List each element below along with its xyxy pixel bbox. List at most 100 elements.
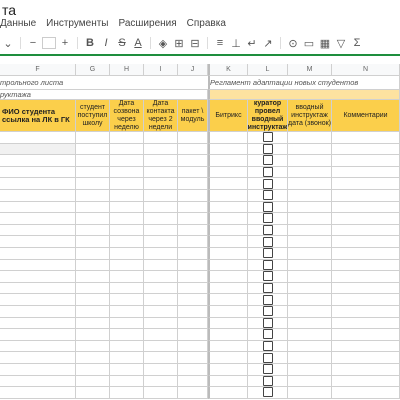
table-cell[interactable] <box>0 364 76 376</box>
table-cell[interactable] <box>208 236 248 248</box>
table-cell[interactable] <box>76 317 110 330</box>
column-header-G[interactable]: G <box>76 64 110 76</box>
table-cell[interactable] <box>178 166 208 179</box>
formula-bar[interactable] <box>0 56 400 64</box>
table-cell[interactable] <box>76 352 110 364</box>
section-title-right[interactable]: Регламент адаптации новых студентов <box>208 76 400 90</box>
align-icon[interactable]: ≡ <box>213 35 227 51</box>
table-cell[interactable] <box>0 317 76 330</box>
table-cell[interactable] <box>76 143 110 156</box>
table-cell[interactable] <box>178 306 208 318</box>
table-cell[interactable] <box>0 178 76 190</box>
table-cell[interactable] <box>144 294 178 306</box>
table-cell[interactable] <box>76 155 110 167</box>
header-bitrix[interactable]: Битрикс <box>208 100 248 132</box>
table-cell[interactable] <box>208 340 248 353</box>
table-cell[interactable] <box>0 352 76 364</box>
briefing-checkbox[interactable] <box>262 167 273 178</box>
column-header-F[interactable]: F <box>0 64 76 76</box>
table-cell[interactable] <box>288 248 332 260</box>
briefing-checkbox[interactable] <box>262 143 273 154</box>
menu-data[interactable]: Данные <box>0 16 36 32</box>
table-cell[interactable] <box>178 213 208 225</box>
table-cell[interactable] <box>144 329 178 341</box>
table-cell[interactable] <box>110 352 144 364</box>
table-cell[interactable] <box>332 306 400 318</box>
table-cell[interactable] <box>0 236 76 248</box>
table-cell[interactable] <box>332 166 400 179</box>
table-cell[interactable] <box>208 364 248 376</box>
briefing-checkbox[interactable] <box>262 201 273 212</box>
briefing-checkbox[interactable] <box>262 236 273 247</box>
column-header-I[interactable]: I <box>144 64 178 76</box>
table-cell[interactable] <box>288 132 332 144</box>
table-cell[interactable] <box>110 132 144 144</box>
table-cell[interactable] <box>288 364 332 376</box>
briefing-checkbox[interactable] <box>262 317 273 328</box>
table-cell[interactable] <box>76 166 110 179</box>
briefing-checkbox[interactable] <box>262 248 273 259</box>
table-cell[interactable] <box>248 259 288 272</box>
table-cell[interactable] <box>110 155 144 167</box>
table-cell[interactable] <box>332 178 400 190</box>
table-cell[interactable] <box>178 317 208 330</box>
table-cell[interactable] <box>208 329 248 341</box>
table-cell[interactable] <box>208 294 248 306</box>
table-cell[interactable] <box>288 178 332 190</box>
table-cell[interactable] <box>332 352 400 364</box>
briefing-checkbox[interactable] <box>262 329 273 340</box>
table-cell[interactable] <box>178 155 208 167</box>
table-cell[interactable] <box>248 143 288 156</box>
table-cell[interactable] <box>288 306 332 318</box>
table-cell[interactable] <box>332 329 400 341</box>
table-cell[interactable] <box>332 224 400 237</box>
briefing-checkbox[interactable] <box>262 225 273 236</box>
table-cell[interactable] <box>0 213 76 225</box>
table-cell[interactable] <box>208 132 248 144</box>
header-package-module[interactable]: пакет \ модуль <box>178 100 208 132</box>
table-cell[interactable] <box>288 317 332 330</box>
table-cell[interactable] <box>76 259 110 272</box>
table-cell[interactable] <box>76 178 110 190</box>
table-cell[interactable] <box>332 364 400 376</box>
briefing-checkbox[interactable] <box>262 387 273 398</box>
table-cell[interactable] <box>208 224 248 237</box>
table-cell[interactable] <box>76 375 110 388</box>
table-cell[interactable] <box>144 375 178 388</box>
table-cell[interactable] <box>178 329 208 341</box>
table-cell[interactable] <box>0 132 76 144</box>
briefing-checkbox[interactable] <box>262 283 273 294</box>
table-cell[interactable] <box>178 224 208 237</box>
table-cell[interactable] <box>208 178 248 190</box>
briefing-checkbox[interactable] <box>262 190 273 201</box>
header-student-enrolled[interactable]: студент поступил школу <box>76 100 110 132</box>
table-cell[interactable] <box>248 387 288 399</box>
table-cell[interactable] <box>144 143 178 156</box>
table-cell[interactable] <box>332 387 400 399</box>
header-contact-date-2-weeks[interactable]: Дата контакта через 2 недели <box>144 100 178 132</box>
table-cell[interactable] <box>332 213 400 225</box>
merge-icon[interactable]: ⊟ <box>188 35 202 51</box>
table-cell[interactable] <box>144 213 178 225</box>
table-cell[interactable] <box>0 387 76 399</box>
table-cell[interactable] <box>144 271 178 283</box>
table-cell[interactable] <box>248 306 288 318</box>
table-cell[interactable] <box>332 236 400 248</box>
table-cell[interactable] <box>288 340 332 353</box>
table-cell[interactable] <box>0 259 76 272</box>
table-cell[interactable] <box>76 340 110 353</box>
table-cell[interactable] <box>76 387 110 399</box>
table-cell[interactable] <box>208 317 248 330</box>
table-cell[interactable] <box>0 248 76 260</box>
column-header-N[interactable]: N <box>332 64 400 76</box>
table-cell[interactable] <box>248 340 288 353</box>
table-cell[interactable] <box>248 190 288 202</box>
filter-icon[interactable]: ▽ <box>334 35 348 51</box>
column-header-L[interactable]: L <box>248 64 288 76</box>
table-cell[interactable] <box>288 259 332 272</box>
table-cell[interactable] <box>178 132 208 144</box>
table-cell[interactable] <box>178 190 208 202</box>
table-cell[interactable] <box>110 294 144 306</box>
header-comments[interactable]: Комментарии <box>332 100 400 132</box>
briefing-checkbox[interactable] <box>262 352 273 363</box>
